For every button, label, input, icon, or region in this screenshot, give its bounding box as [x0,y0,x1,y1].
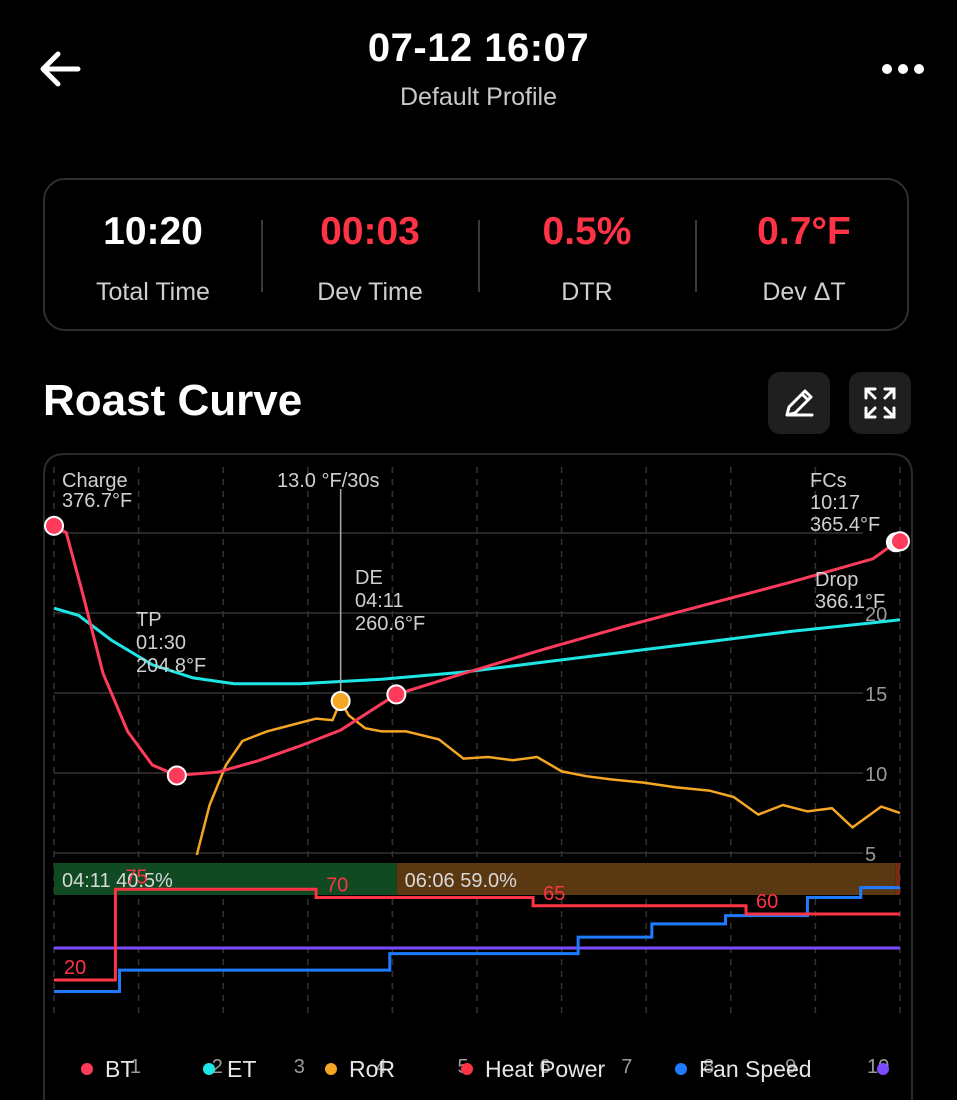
stat-label: Total Time [96,278,210,306]
event-label-temp: 365.4°F [810,514,880,536]
heat-power-label: 75 [125,866,147,888]
legend-label: Heat Power [485,1055,606,1082]
expand-icon [864,387,896,419]
purple-dot-icon [877,1063,889,1075]
event-label-temp: 376.7°F [62,490,132,512]
legend-item-heat-power[interactable]: Heat Power [461,1050,605,1088]
drop-marker [890,531,910,552]
legend-item-fan-speed[interactable]: Fan Speed [675,1050,812,1088]
more-horizontal-icon [882,64,924,74]
charge-marker [44,515,64,536]
event-label-name: TP [136,609,162,631]
roast-curve-chart[interactable]: 201510504:11 40.5%06:06 59.0%12345678910… [43,453,913,1100]
turning-point-marker [166,765,187,786]
heat-power-label: 65 [543,883,565,905]
stat-label: DTR [561,278,613,306]
stat-total-time: 10:20 Total Time [45,180,261,333]
legend-label: Fan Speed [699,1055,812,1082]
ror-dot-icon [325,1063,337,1075]
chart-grid [53,467,901,1013]
edit-button[interactable] [768,372,830,434]
legend-item-purple[interactable] [877,1050,901,1088]
legend-label: BT [105,1055,135,1082]
ror-axis-tick: 10 [865,764,887,786]
legend-item-ror[interactable]: RoR [325,1050,395,1088]
page-title: 07-12 16:07 [367,26,590,70]
ror-peak-marker [330,691,351,711]
legend-label: ET [227,1055,257,1082]
pencil-icon [785,389,814,417]
event-label-name: Drop [815,569,858,591]
bt-dot-icon [81,1063,93,1075]
stat-dev-time: 00:03 Dev Time [262,180,478,333]
event-label-time: 04:11 [355,590,404,612]
event-label-time: 10:17 [810,492,860,514]
stat-label: Dev Time [317,278,423,306]
expand-button[interactable] [849,372,911,434]
stat-dtr: 0.5% DTR [479,180,695,333]
event-label-time: 01:30 [136,632,186,654]
profile-subtitle: Default Profile [399,83,558,111]
stat-dev-delta-t: 0.7°F Dev ΔT [696,180,912,333]
stat-value: 10:20 [103,210,203,253]
stat-value: 00:03 [320,210,420,253]
ror-peak-label: 13.0 °F/30s [277,470,380,492]
stat-value: 0.5% [542,210,632,253]
legend-item-et[interactable]: ET [203,1050,256,1088]
stat-label: Dev ΔT [762,278,846,306]
chart-legend: BT ET RoR Heat Power Fan Speed [43,1050,913,1088]
heat-power-label: 20 [64,957,86,979]
more-button[interactable] [876,52,932,86]
ror-axis-tick: 15 [865,684,887,706]
event-label-name: FCs [810,470,847,492]
phase-label: 06:06 59.0% [405,870,518,892]
ror-axis-tick: 5 [865,844,876,866]
event-label-name: DE [355,567,383,589]
legend-item-bt[interactable]: BT [81,1050,134,1088]
heat-power-label: 60 [756,891,778,913]
fan-dot-icon [675,1063,687,1075]
stat-value: 0.7°F [757,210,851,253]
heat-dot-icon [461,1063,473,1075]
dry-end-marker [386,684,407,705]
et-dot-icon [203,1063,215,1075]
roast-stats-card: 10:20 Total Time 00:03 Dev Time 0.5% DTR… [43,178,909,331]
heat-power-label: 70 [326,875,348,897]
event-label-temp: 204.8°F [136,655,206,677]
section-title: Roast Curve [43,376,303,425]
event-label-temp: 366.1°F [815,591,885,613]
phase-bar-development [895,863,900,895]
legend-label: RoR [349,1055,396,1082]
event-label-name: Charge [62,470,128,492]
event-label-temp: 260.6°F [355,613,425,635]
